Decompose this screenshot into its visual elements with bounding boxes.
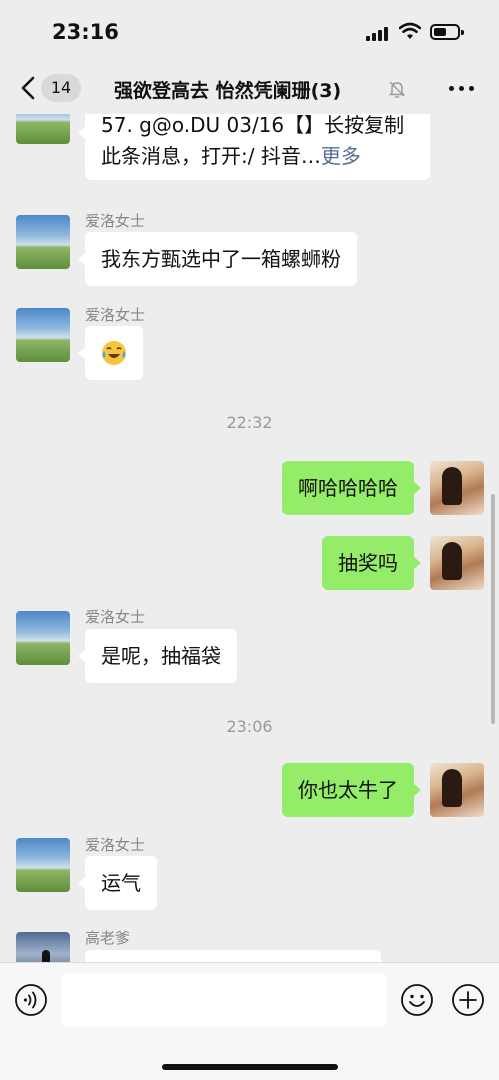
message-text: 抽奖吗 [338, 551, 398, 575]
message-text: 你也太牛了 [298, 778, 398, 802]
home-indicator [162, 1064, 338, 1070]
smiley-icon[interactable] [400, 983, 434, 1017]
message-input[interactable] [62, 973, 387, 1027]
message-text-line2: 此条消息，打开:/ 抖音… [101, 144, 321, 168]
sender-name: 高老爹 [85, 929, 131, 947]
status-bar: 23:16 [0, 0, 499, 62]
message-bubble[interactable]: 是呢，抽福袋 [78, 629, 237, 683]
battery-icon [430, 24, 464, 40]
avatar[interactable] [430, 461, 484, 515]
message-bubble[interactable] [78, 326, 143, 380]
ellipsis-icon[interactable] [449, 86, 475, 92]
message-bubble[interactable] [85, 950, 381, 962]
message-bubble[interactable]: 抽奖吗 [322, 536, 421, 590]
battery-level [434, 28, 446, 36]
message-bubble[interactable]: 57. g@o.DU 03/16【】长按复制 此条消息，打开:/ 抖音…更多 [78, 114, 430, 180]
status-time: 23:16 [52, 20, 119, 44]
expand-more-link[interactable]: 更多 [321, 144, 361, 168]
wifi-icon [399, 22, 421, 39]
sender-name: 爱洛女士 [85, 306, 146, 324]
cellular-signal-icon [366, 27, 389, 41]
scrollbar[interactable] [491, 494, 495, 724]
avatar[interactable] [430, 536, 484, 590]
input-bar [0, 962, 499, 1080]
sender-name: 爱洛女士 [85, 212, 146, 230]
message-bubble[interactable]: 我东方甄选中了一箱螺蛳粉 [78, 232, 357, 286]
laughing-tears-emoji-icon [102, 340, 126, 365]
message-list[interactable]: 57. g@o.DU 03/16【】长按复制 此条消息，打开:/ 抖音…更多 爱… [0, 114, 499, 962]
avatar[interactable] [16, 114, 70, 144]
sender-name: 爱洛女士 [85, 836, 146, 854]
avatar[interactable] [16, 838, 70, 892]
voice-icon[interactable] [14, 983, 48, 1017]
timestamp: 22:32 [226, 413, 273, 432]
message-text: 运气 [101, 871, 141, 895]
bell-slash-icon [388, 81, 406, 98]
chevron-left-icon[interactable] [18, 75, 40, 101]
avatar[interactable] [16, 611, 70, 665]
plus-icon[interactable] [451, 983, 485, 1017]
message-bubble[interactable]: 运气 [78, 856, 157, 910]
sender-name: 爱洛女士 [85, 608, 146, 626]
message-bubble[interactable]: 你也太牛了 [282, 763, 421, 817]
message-text: 是呢，抽福袋 [101, 644, 221, 668]
avatar[interactable] [16, 215, 70, 269]
chat-title: 强欲登高去 怡然凭阑珊(3) [114, 80, 342, 102]
message-text: 啊哈哈哈哈 [298, 476, 398, 500]
chat-header: 14 强欲登高去 怡然凭阑珊(3) [0, 62, 499, 114]
timestamp: 23:06 [226, 717, 273, 736]
avatar[interactable] [16, 932, 70, 962]
avatar[interactable] [16, 308, 70, 362]
message-text-line1: 57. g@o.DU 03/16【】长按复制 [101, 114, 405, 137]
unread-count-badge[interactable]: 14 [41, 74, 81, 102]
avatar[interactable] [430, 763, 484, 817]
message-text: 我东方甄选中了一箱螺蛳粉 [101, 247, 341, 271]
message-bubble[interactable]: 啊哈哈哈哈 [282, 461, 421, 515]
